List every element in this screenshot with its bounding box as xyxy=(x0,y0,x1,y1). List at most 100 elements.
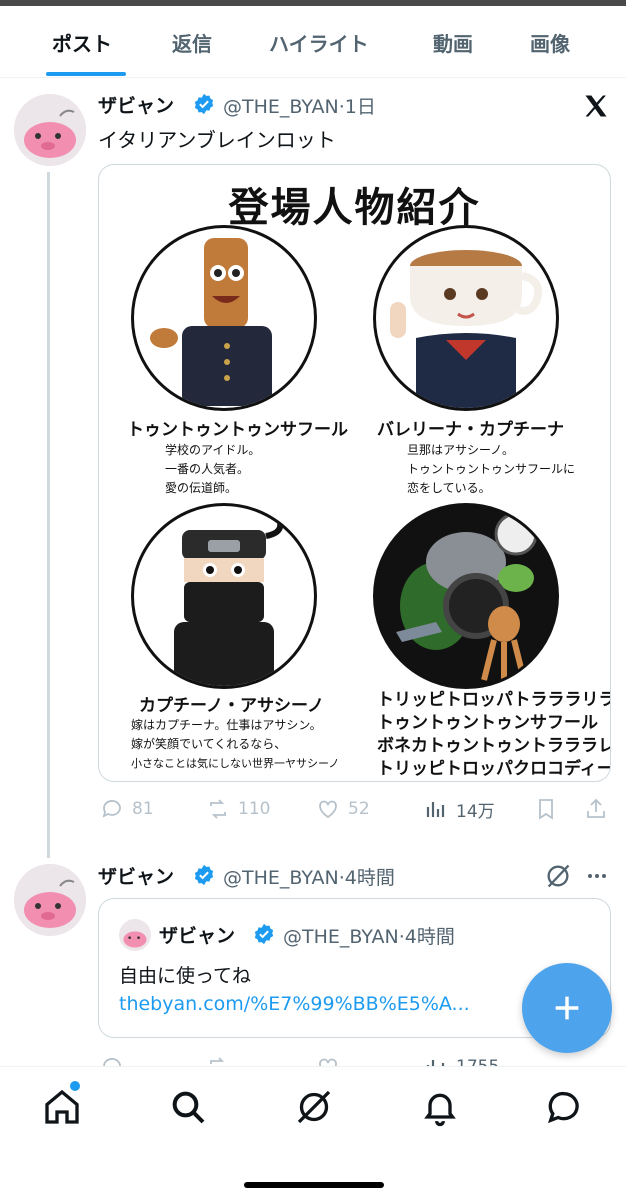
thread-line xyxy=(47,172,50,858)
bookmark-icon xyxy=(539,799,553,820)
post-actions: 81 110 52 14万 xyxy=(98,794,618,824)
desc-line: トリッピトロッパトラララリラ xyxy=(377,690,611,710)
notifications-icon xyxy=(424,1093,456,1127)
ninja-cup-character-icon xyxy=(174,512,284,686)
character-portrait-1 xyxy=(131,225,317,411)
character-name: カプチーノ・アサシーノ xyxy=(139,696,324,716)
views-button[interactable]: 1755 xyxy=(424,1052,499,1066)
bookmark-button[interactable] xyxy=(534,794,558,824)
messages-icon xyxy=(548,1091,579,1124)
handle[interactable]: @THE_BYAN·4時間 xyxy=(223,863,395,890)
views-icon xyxy=(426,802,445,817)
post-text: イタリアンブレインロット xyxy=(98,128,336,152)
desc-line: ボネカトゥントゥントラララレロ xyxy=(377,736,611,756)
pig-avatar-icon xyxy=(14,864,86,936)
tab-images[interactable]: 画像 xyxy=(530,28,570,57)
desc-line: 嫁はカプチーナ。仕事はアサシン。 xyxy=(131,718,322,732)
repost-icon xyxy=(210,1057,225,1064)
handle-text: @THE_BYAN xyxy=(283,926,399,948)
nav-search[interactable] xyxy=(168,1087,208,1127)
grok-icon[interactable] xyxy=(544,862,572,890)
handle-text: @THE_BYAN xyxy=(223,96,339,118)
home-indicator xyxy=(244,1182,384,1188)
share-icon xyxy=(587,798,605,818)
desc-line: 嫁が笑顔でいてくれるなら、 xyxy=(131,737,287,751)
avatar[interactable] xyxy=(14,864,86,936)
bottom-navigation xyxy=(0,1066,626,1200)
tab-replies[interactable]: 返信 xyxy=(172,28,212,57)
quoted-text: 自由に使ってね xyxy=(119,965,252,987)
profile-tabs: ポスト 返信 ハイライト 動画 画像 xyxy=(0,6,626,78)
character-names-list: トリッピトロッパトラララリラ トゥントゥントゥンサフール ボネカトゥントゥントラ… xyxy=(377,689,611,781)
quoted-avatar xyxy=(119,919,151,951)
quoted-link[interactable]: thebyan.com/%E7%99%BB%E5%A... xyxy=(119,993,470,1015)
share-button[interactable] xyxy=(584,794,608,824)
image-title: 登場人物紹介 xyxy=(228,184,481,231)
heart-icon xyxy=(319,800,337,819)
views-button[interactable]: 14万 xyxy=(424,794,495,824)
character-collage-icon xyxy=(376,506,556,686)
reply-button[interactable]: 81 xyxy=(100,794,154,824)
compose-post-button[interactable] xyxy=(522,963,612,1053)
character-portrait-2 xyxy=(373,225,559,411)
post-image[interactable]: 登場人物紹介 トゥントゥントゥンサフール 学校のアイドル。 一番の人気者。 愛の… xyxy=(98,164,611,782)
views-icon xyxy=(426,1060,445,1066)
pig-avatar-icon xyxy=(14,94,86,166)
repost-button[interactable] xyxy=(206,1052,230,1066)
search-icon xyxy=(172,1091,205,1124)
repost-button[interactable]: 110 xyxy=(206,794,270,824)
reply-icon xyxy=(102,800,121,818)
nav-messages[interactable] xyxy=(544,1087,584,1127)
pig-avatar-icon xyxy=(123,931,147,948)
character-desc: 嫁はカプチーナ。仕事はアサシン。 嫁が笑顔でいてくれるなら、 小さなことは気にし… xyxy=(131,716,339,773)
character-name: バレリーナ・カプチーナ xyxy=(377,420,564,440)
verified-badge-icon xyxy=(254,923,274,945)
post-time: 4時間 xyxy=(404,926,455,948)
desc-line: 恋をしている。 xyxy=(407,481,491,495)
desc-line: 小さなことは気にしない世界一ヤサシーノ xyxy=(131,757,340,770)
like-button[interactable] xyxy=(316,1052,340,1066)
plus-icon xyxy=(555,996,579,1020)
repost-icon xyxy=(210,799,226,819)
views-count: 14万 xyxy=(456,801,495,822)
desc-line: 一番の人気者。 xyxy=(165,462,250,476)
post-time: 1日 xyxy=(344,96,376,118)
reply-button[interactable] xyxy=(100,1052,124,1066)
more-icon[interactable] xyxy=(584,864,610,888)
handle[interactable]: @THE_BYAN·1日 xyxy=(223,92,376,119)
like-count: 52 xyxy=(348,799,370,819)
verified-badge-icon xyxy=(194,864,214,886)
notification-dot xyxy=(70,1081,80,1091)
like-button[interactable]: 52 xyxy=(316,794,370,824)
cappuccino-ballerina-icon xyxy=(390,250,543,408)
tab-posts[interactable]: ポスト xyxy=(52,28,112,57)
heart-icon xyxy=(319,1058,337,1066)
character-name: トゥントゥントゥンサフール xyxy=(127,420,348,440)
active-tab-indicator xyxy=(46,72,126,76)
desc-line: 学校のアイドル。 xyxy=(165,443,261,457)
tab-highlights[interactable]: ハイライト xyxy=(269,28,369,57)
desc-line: トリッピトロッパクロコディー xyxy=(377,759,611,779)
display-name[interactable]: ザビャン xyxy=(98,91,174,118)
nav-notifications[interactable] xyxy=(420,1087,460,1127)
nav-home[interactable] xyxy=(42,1087,82,1127)
desc-line: 愛の伝道師。 xyxy=(165,481,238,495)
nav-grok[interactable] xyxy=(294,1087,334,1127)
x-logo-icon[interactable] xyxy=(582,92,610,120)
verified-badge-icon xyxy=(194,93,214,115)
views-count: 1755 xyxy=(456,1057,499,1066)
post-actions: 1755 xyxy=(98,1052,618,1066)
display-name[interactable]: ザビャン xyxy=(98,862,174,889)
character-desc: 旦那はアサシーノ。 トゥントゥントゥンサフールに 恋をしている。 xyxy=(407,441,575,498)
character-portrait-4 xyxy=(373,503,559,689)
character-portrait-3 xyxy=(131,503,317,689)
reply-count: 81 xyxy=(132,799,154,819)
post-time: 4時間 xyxy=(344,867,395,889)
avatar[interactable] xyxy=(14,94,86,166)
grok-icon xyxy=(297,1090,331,1124)
character-desc: 学校のアイドル。 一番の人気者。 愛の伝道師。 xyxy=(165,441,260,498)
tab-videos[interactable]: 動画 xyxy=(433,28,473,57)
home-icon xyxy=(45,1089,79,1124)
reply-icon xyxy=(103,1058,121,1066)
repost-count: 110 xyxy=(238,799,271,819)
